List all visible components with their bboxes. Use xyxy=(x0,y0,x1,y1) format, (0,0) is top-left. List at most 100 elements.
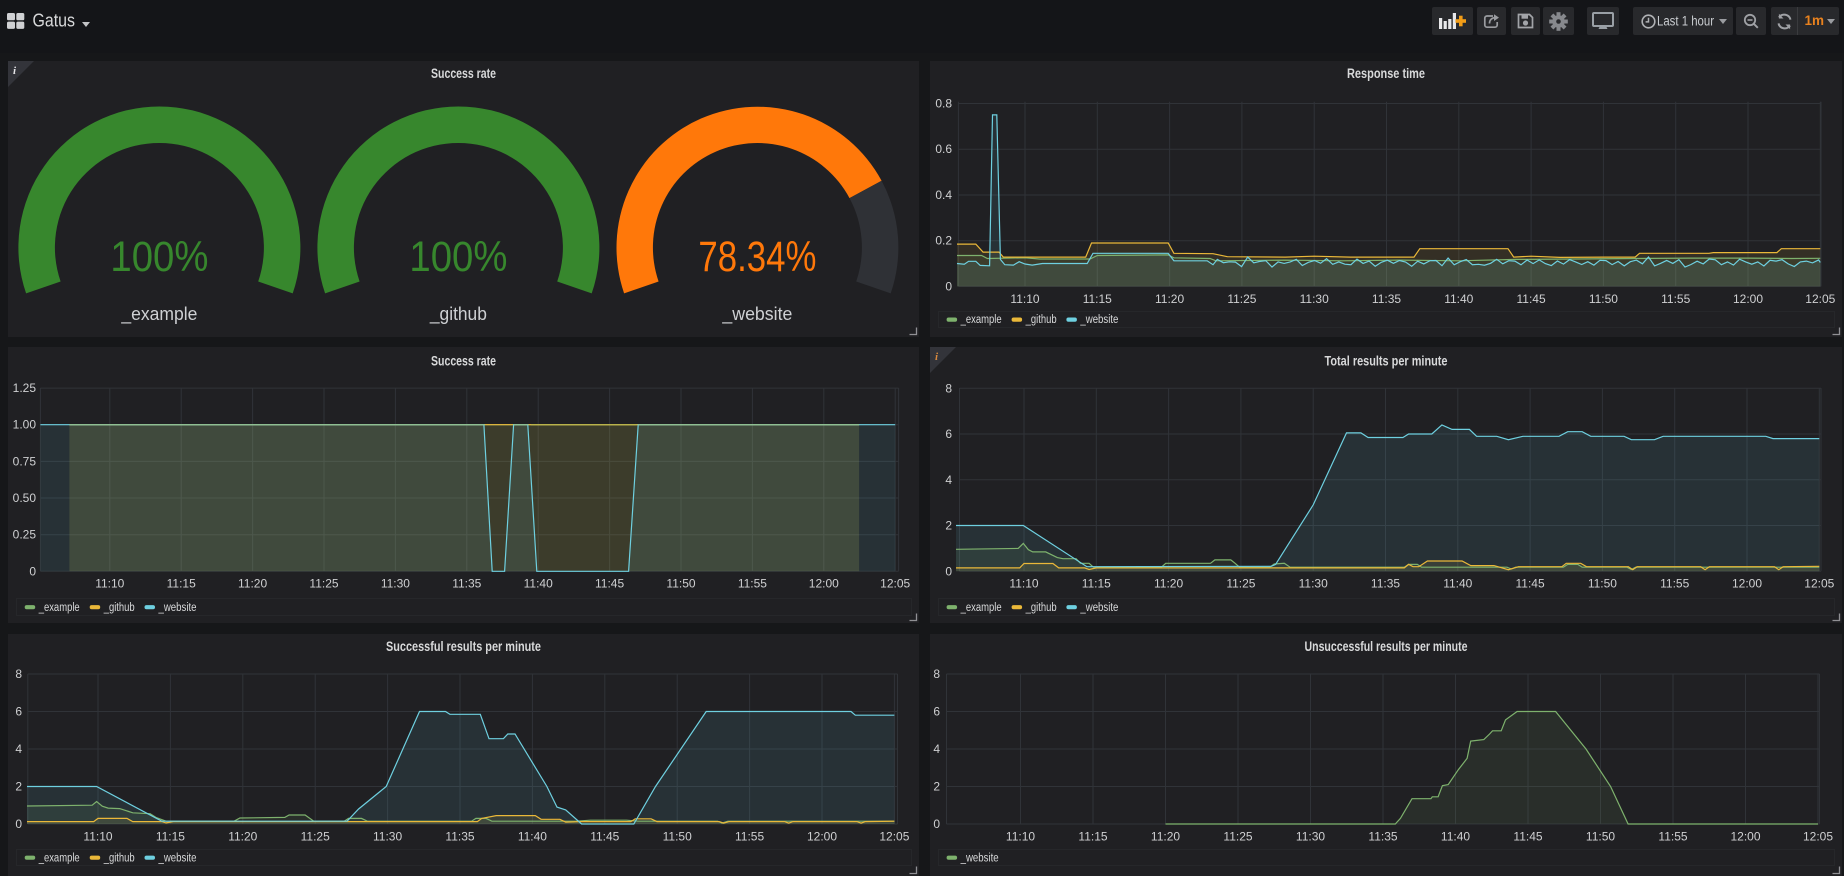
svg-text:11:25: 11:25 xyxy=(1226,577,1255,591)
svg-text:11:20: 11:20 xyxy=(1154,577,1183,591)
svg-text:0: 0 xyxy=(945,279,952,293)
svg-text:6: 6 xyxy=(15,705,22,719)
svg-text:11:10: 11:10 xyxy=(95,577,124,591)
svg-text:12:05: 12:05 xyxy=(880,577,910,591)
svg-text:11:45: 11:45 xyxy=(1513,830,1542,844)
svg-text:0: 0 xyxy=(29,564,36,578)
svg-text:0.2: 0.2 xyxy=(935,234,952,248)
svg-text:Response time: Response time xyxy=(1347,66,1425,81)
svg-text:12:00: 12:00 xyxy=(1733,292,1763,306)
svg-text:12:05: 12:05 xyxy=(879,830,909,844)
svg-text:12:00: 12:00 xyxy=(807,830,837,844)
svg-text:0: 0 xyxy=(933,817,940,831)
svg-text:2: 2 xyxy=(945,519,952,533)
svg-text:11:10: 11:10 xyxy=(83,830,112,844)
svg-text:0.4: 0.4 xyxy=(935,188,952,202)
svg-text:11:35: 11:35 xyxy=(1368,830,1397,844)
svg-text:Gatus: Gatus xyxy=(33,10,76,31)
svg-text:11:15: 11:15 xyxy=(1082,577,1111,591)
svg-text:11:50: 11:50 xyxy=(663,830,692,844)
svg-text:11:50: 11:50 xyxy=(666,577,695,591)
svg-text:12:05: 12:05 xyxy=(1803,830,1833,844)
svg-text:12:05: 12:05 xyxy=(1804,577,1834,591)
svg-text:11:45: 11:45 xyxy=(1516,577,1545,591)
svg-text:2: 2 xyxy=(933,780,940,794)
svg-text:Total results per minute: Total results per minute xyxy=(1325,354,1448,369)
svg-text:6: 6 xyxy=(945,427,952,441)
svg-text:4: 4 xyxy=(945,473,952,487)
svg-text:11:30: 11:30 xyxy=(1299,577,1328,591)
svg-text:11:35: 11:35 xyxy=(1371,577,1400,591)
svg-text:11:25: 11:25 xyxy=(1223,830,1252,844)
svg-text:Last 1 hour: Last 1 hour xyxy=(1657,14,1714,29)
svg-text:11:20: 11:20 xyxy=(238,577,267,591)
svg-text:11:50: 11:50 xyxy=(1586,830,1615,844)
svg-text:2: 2 xyxy=(15,780,22,794)
svg-text:1.25: 1.25 xyxy=(13,381,37,395)
svg-text:Success rate: Success rate xyxy=(431,66,496,81)
svg-text:8: 8 xyxy=(945,381,952,395)
svg-text:Unsuccessful results per minut: Unsuccessful results per minute xyxy=(1305,639,1468,654)
svg-text:11:55: 11:55 xyxy=(1658,830,1687,844)
svg-text:11:20: 11:20 xyxy=(1151,830,1180,844)
svg-text:78.34%: 78.34% xyxy=(698,233,816,281)
svg-text:11:30: 11:30 xyxy=(373,830,402,844)
svg-text:0: 0 xyxy=(945,564,952,578)
svg-text:_website: _website xyxy=(721,303,792,325)
svg-text:11:15: 11:15 xyxy=(1078,830,1107,844)
svg-text:8: 8 xyxy=(15,667,22,681)
svg-text:1.00: 1.00 xyxy=(13,418,37,432)
svg-text:100%: 100% xyxy=(110,233,208,281)
svg-text:4: 4 xyxy=(933,742,940,756)
svg-text:11:15: 11:15 xyxy=(167,577,196,591)
svg-text:0: 0 xyxy=(15,817,22,831)
svg-text:11:45: 11:45 xyxy=(595,577,624,591)
svg-text:6: 6 xyxy=(933,705,940,719)
svg-text:_github: _github xyxy=(429,303,487,325)
svg-text:11:40: 11:40 xyxy=(1444,292,1473,306)
svg-text:11:10: 11:10 xyxy=(1009,577,1038,591)
svg-text:Successful results per minute: Successful results per minute xyxy=(386,639,541,654)
svg-text:11:45: 11:45 xyxy=(1517,292,1546,306)
svg-text:11:45: 11:45 xyxy=(590,830,619,844)
svg-text:Success rate: Success rate xyxy=(431,354,496,369)
svg-text:0.25: 0.25 xyxy=(13,528,37,542)
svg-text:11:15: 11:15 xyxy=(156,830,185,844)
svg-text:11:40: 11:40 xyxy=(1441,830,1470,844)
svg-text:12:00: 12:00 xyxy=(1732,577,1762,591)
svg-text:11:20: 11:20 xyxy=(1155,292,1184,306)
svg-text:11:30: 11:30 xyxy=(381,577,410,591)
svg-text:11:50: 11:50 xyxy=(1588,577,1617,591)
svg-text:11:25: 11:25 xyxy=(301,830,330,844)
svg-text:11:55: 11:55 xyxy=(1660,577,1689,591)
svg-text:12:00: 12:00 xyxy=(809,577,839,591)
svg-text:11:35: 11:35 xyxy=(1372,292,1401,306)
svg-text:11:20: 11:20 xyxy=(228,830,257,844)
svg-text:0.75: 0.75 xyxy=(13,454,37,468)
svg-text:_example: _example xyxy=(120,303,197,325)
svg-text:11:15: 11:15 xyxy=(1083,292,1112,306)
svg-text:12:05: 12:05 xyxy=(1805,292,1835,306)
svg-text:11:55: 11:55 xyxy=(735,830,764,844)
svg-text:11:30: 11:30 xyxy=(1296,830,1325,844)
svg-text:11:10: 11:10 xyxy=(1006,830,1035,844)
svg-text:0.6: 0.6 xyxy=(935,142,952,156)
svg-text:11:50: 11:50 xyxy=(1589,292,1618,306)
svg-text:11:10: 11:10 xyxy=(1010,292,1039,306)
svg-text:11:40: 11:40 xyxy=(524,577,553,591)
svg-text:100%: 100% xyxy=(409,233,507,281)
svg-text:11:55: 11:55 xyxy=(738,577,767,591)
svg-text:11:25: 11:25 xyxy=(1227,292,1256,306)
svg-text:0.50: 0.50 xyxy=(13,491,37,505)
svg-text:11:35: 11:35 xyxy=(452,577,481,591)
svg-text:11:40: 11:40 xyxy=(1443,577,1472,591)
svg-text:12:00: 12:00 xyxy=(1730,830,1760,844)
svg-text:4: 4 xyxy=(15,742,22,756)
svg-text:11:25: 11:25 xyxy=(309,577,338,591)
svg-text:11:40: 11:40 xyxy=(518,830,547,844)
svg-text:11:30: 11:30 xyxy=(1300,292,1329,306)
svg-text:11:55: 11:55 xyxy=(1661,292,1690,306)
svg-text:11:35: 11:35 xyxy=(445,830,474,844)
svg-text:8: 8 xyxy=(933,667,940,681)
svg-text:0.8: 0.8 xyxy=(935,97,952,111)
